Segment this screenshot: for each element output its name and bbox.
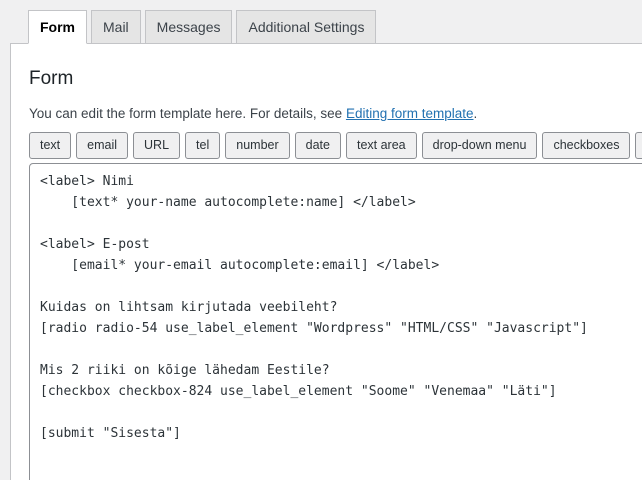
tag-generator-url-button[interactable]: URL [133, 132, 180, 159]
editor-tab-bar: Form Mail Messages Additional Settings [10, 10, 642, 44]
tag-generator-date-button[interactable]: date [295, 132, 341, 159]
tab-messages[interactable]: Messages [145, 10, 233, 44]
tag-generator-checkboxes-button[interactable]: checkboxes [542, 132, 630, 159]
editing-form-template-link[interactable]: Editing form template [346, 106, 474, 121]
tab-additional-settings[interactable]: Additional Settings [236, 10, 376, 44]
tag-generator-drop-down-menu-button[interactable]: drop-down menu [422, 132, 538, 159]
tag-generator-number-button[interactable]: number [225, 132, 289, 159]
tag-generator-text-button[interactable]: text [29, 132, 71, 159]
panel-heading: Form [29, 68, 642, 91]
tag-generator-email-button[interactable]: email [76, 132, 128, 159]
tab-mail[interactable]: Mail [91, 10, 141, 44]
contact-form-editor: Form Mail Messages Additional Settings F… [10, 10, 642, 480]
tab-form[interactable]: Form [28, 10, 87, 44]
description-text: You can edit the form template here. For… [29, 106, 346, 121]
description-text-suffix: . [474, 106, 478, 121]
tag-generator-text-area-button[interactable]: text area [346, 132, 417, 159]
tag-generator-radio-buttons-button[interactable]: radio buttons [635, 132, 642, 159]
form-editor-page: Form Mail Messages Additional Settings F… [0, 0, 642, 480]
panel-description: You can edit the form template here. For… [29, 105, 642, 123]
tag-generator-toolbar: text email URL tel number date text area… [29, 132, 642, 159]
tag-generator-tel-button[interactable]: tel [185, 132, 220, 159]
form-panel: Form You can edit the form template here… [10, 43, 642, 480]
form-template-textarea[interactable]: <label> Nimi [text* your-name autocomple… [29, 163, 642, 480]
